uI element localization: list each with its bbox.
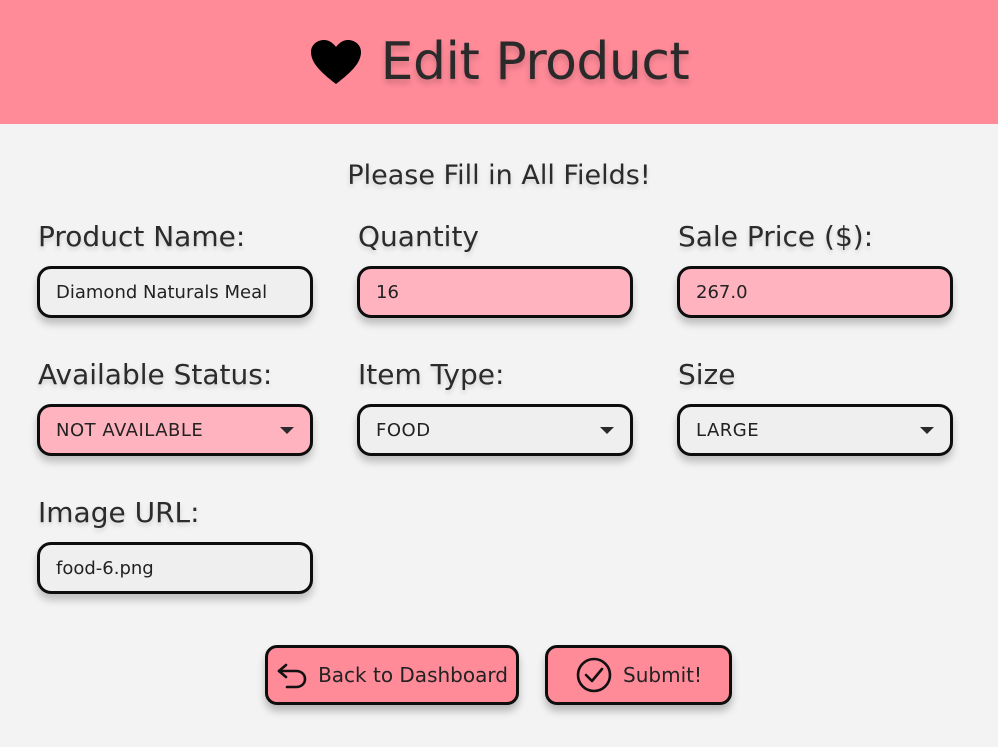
submit-button[interactable]: Submit! — [545, 645, 732, 705]
available-status-label: Available Status: — [38, 358, 273, 391]
size-label: Size — [678, 358, 736, 391]
quantity-field[interactable] — [357, 266, 633, 318]
product-name-field[interactable] — [37, 266, 313, 318]
product-name-input[interactable] — [56, 281, 296, 303]
image-url-label: Image URL: — [38, 496, 200, 529]
header-title-group: Edit Product — [309, 32, 690, 92]
chevron-down-icon — [920, 426, 934, 434]
sale-price-input[interactable] — [696, 281, 936, 303]
form-instructions: Please Fill in All Fields! — [347, 160, 651, 191]
undo-arrow-icon — [276, 661, 308, 689]
back-to-dashboard-button[interactable]: Back to Dashboard — [265, 645, 519, 705]
item-type-label: Item Type: — [358, 358, 505, 391]
heart-icon — [309, 38, 363, 86]
quantity-input[interactable] — [376, 281, 616, 303]
product-name-label: Product Name: — [38, 220, 246, 253]
check-circle-icon — [575, 656, 613, 694]
image-url-input[interactable] — [56, 557, 296, 579]
chevron-down-icon — [280, 426, 294, 434]
sale-price-field[interactable] — [677, 266, 953, 318]
available-status-select[interactable]: NOT AVAILABLE — [37, 404, 313, 456]
size-select[interactable]: LARGE — [677, 404, 953, 456]
quantity-label: Quantity — [358, 220, 479, 253]
page-header: Edit Product — [0, 0, 998, 124]
chevron-down-icon — [600, 426, 614, 434]
submit-label: Submit! — [623, 663, 702, 687]
size-value: LARGE — [696, 419, 760, 441]
page-title: Edit Product — [380, 32, 690, 92]
available-status-value: NOT AVAILABLE — [56, 419, 204, 441]
item-type-select[interactable]: FOOD — [357, 404, 633, 456]
back-to-dashboard-label: Back to Dashboard — [318, 663, 508, 687]
image-url-field[interactable] — [37, 542, 313, 594]
item-type-value: FOOD — [376, 419, 431, 441]
sale-price-label: Sale Price ($): — [678, 220, 874, 253]
